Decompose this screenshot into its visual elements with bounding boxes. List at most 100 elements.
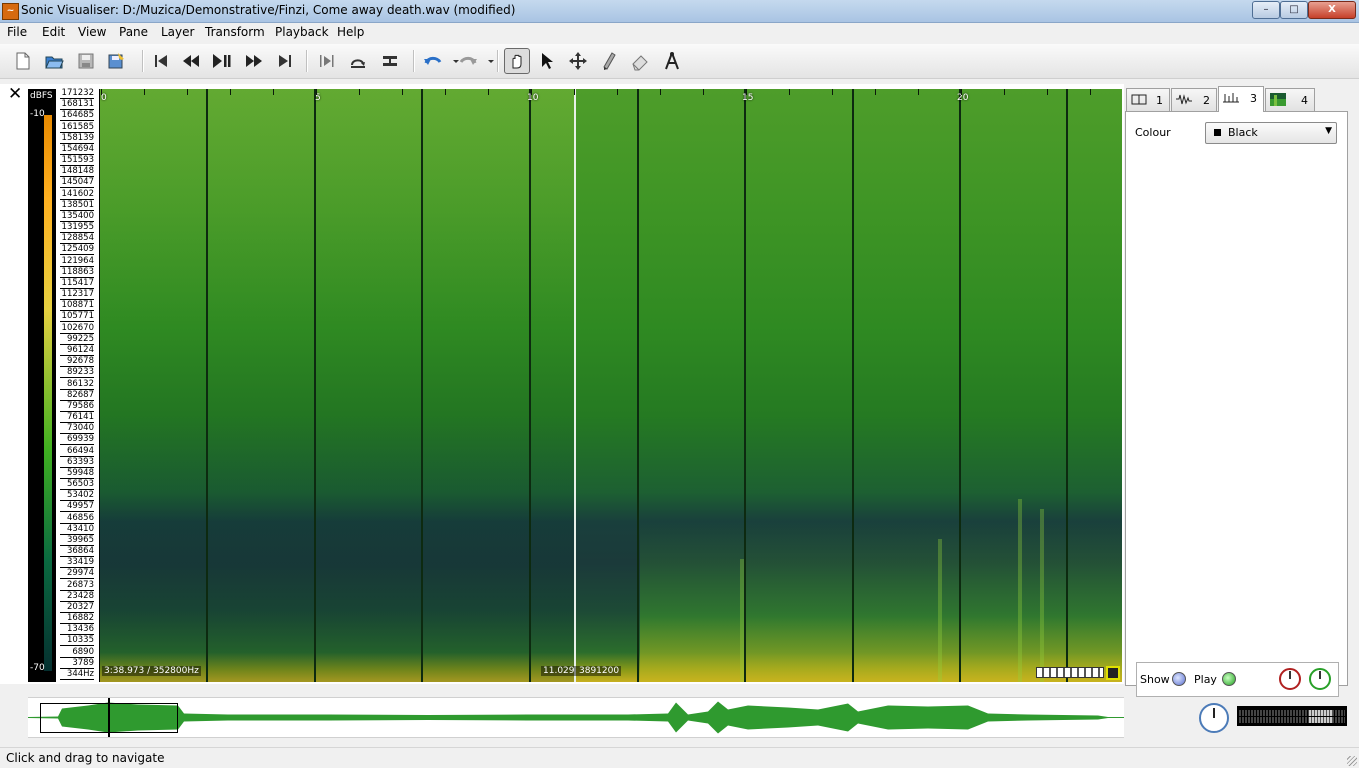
time-instant-line[interactable] bbox=[744, 89, 746, 682]
frequency-label: 66494 bbox=[60, 446, 94, 457]
time-instant-line[interactable] bbox=[529, 89, 531, 682]
time-instant-line[interactable] bbox=[852, 89, 854, 682]
frequency-label: 135400 bbox=[60, 210, 94, 222]
rewind-start-icon[interactable] bbox=[151, 51, 171, 71]
frequency-label: 131955 bbox=[60, 222, 94, 234]
frequency-label: 53402 bbox=[60, 490, 94, 502]
time-tick bbox=[144, 89, 145, 95]
colour-value: Black bbox=[1228, 126, 1258, 139]
move-tool-icon[interactable] bbox=[568, 51, 588, 71]
frequency-label: 125409 bbox=[60, 244, 94, 256]
waveform-icon bbox=[1176, 93, 1192, 106]
colour-dropdown[interactable]: Black ▼ bbox=[1205, 122, 1337, 144]
output-level-meter bbox=[1237, 706, 1347, 726]
time-instant-line[interactable] bbox=[637, 89, 639, 682]
time-tick bbox=[273, 89, 274, 95]
zoom-reset-button[interactable] bbox=[1106, 666, 1120, 680]
time-instant-line[interactable] bbox=[1066, 89, 1068, 682]
menu-playback[interactable]: Playback bbox=[275, 25, 329, 39]
time-instant-line[interactable] bbox=[959, 89, 961, 682]
frequency-label: 73040 bbox=[60, 423, 94, 435]
tab-layer-4[interactable]: 4 bbox=[1265, 88, 1315, 111]
redo-icon[interactable] bbox=[458, 51, 478, 71]
fast-forward-icon[interactable] bbox=[244, 51, 264, 71]
frequency-label: 145047 bbox=[60, 177, 94, 189]
close-button[interactable]: X bbox=[1308, 1, 1356, 19]
loop-icon[interactable] bbox=[348, 51, 368, 71]
chevron-down-icon[interactable] bbox=[481, 51, 494, 71]
time-tick bbox=[875, 89, 876, 95]
tab-layer-3[interactable]: 3 bbox=[1218, 86, 1264, 112]
frequency-label: 161585 bbox=[60, 121, 94, 133]
time-label: 20 bbox=[957, 93, 969, 103]
time-tick bbox=[1004, 89, 1005, 95]
frequency-label: 63393 bbox=[60, 457, 94, 468]
time-instant-line[interactable] bbox=[206, 89, 208, 682]
master-volume-dial[interactable] bbox=[1199, 703, 1229, 733]
frequency-label: 96124 bbox=[60, 345, 94, 356]
menu-view[interactable]: View bbox=[78, 25, 106, 39]
spectrogram-pane[interactable]: ✕ dBFS -10 -70 171232 168131 164685 161585 1… bbox=[0, 84, 1124, 684]
play-toggle-led[interactable] bbox=[1222, 672, 1236, 686]
tab-layer-1[interactable]: 1 bbox=[1126, 88, 1170, 111]
layer-properties: Colour Black ▼ Show Play bbox=[1125, 111, 1348, 697]
overview-panel[interactable] bbox=[28, 697, 1124, 738]
play-pause-icon[interactable] bbox=[212, 51, 232, 71]
time-tick bbox=[101, 89, 102, 95]
minimize-button[interactable]: – bbox=[1252, 1, 1280, 19]
spectrogram-view[interactable]: 0 5 10 15 20 3:38.973 / 352800Hz 11.029 … bbox=[100, 89, 1122, 682]
menu-help[interactable]: Help bbox=[337, 25, 364, 39]
menu-layer[interactable]: Layer bbox=[161, 25, 194, 39]
frequency-label: 56503 bbox=[60, 479, 94, 491]
gain-dial[interactable] bbox=[1279, 668, 1301, 690]
frequency-label: 115417 bbox=[60, 277, 94, 289]
colour-label: Colour bbox=[1135, 126, 1171, 139]
new-file-icon[interactable] bbox=[13, 51, 33, 71]
select-tool-icon[interactable] bbox=[537, 51, 557, 71]
zoom-thumbwheel[interactable] bbox=[1036, 667, 1104, 678]
app-icon: ~ bbox=[2, 3, 19, 20]
window-title: Sonic Visualiser: D:/Muzica/Demonstrativ… bbox=[21, 3, 516, 17]
draw-tool-icon[interactable] bbox=[599, 51, 619, 71]
frequency-label: 108871 bbox=[60, 300, 94, 312]
navigate-tool-icon[interactable] bbox=[504, 48, 530, 74]
menu-file[interactable]: File bbox=[7, 25, 27, 39]
time-label: 15 bbox=[742, 93, 754, 103]
show-toggle-led[interactable] bbox=[1172, 672, 1186, 686]
save-icon[interactable] bbox=[76, 51, 96, 71]
playhead-sample-readout: 3891200 bbox=[577, 666, 622, 676]
erase-tool-icon[interactable] bbox=[630, 51, 650, 71]
measure-tool-icon[interactable] bbox=[662, 51, 682, 71]
property-panel: 1 2 3 4 Colour Black ▼ Show Play bbox=[1125, 86, 1348, 697]
pan-dial[interactable] bbox=[1309, 668, 1331, 690]
rewind-icon[interactable] bbox=[181, 51, 201, 71]
time-instant-line[interactable] bbox=[314, 89, 316, 682]
time-tick bbox=[660, 89, 661, 95]
frequency-label: 164685 bbox=[60, 110, 94, 122]
menu-transform[interactable]: Transform bbox=[205, 25, 265, 39]
play-selection-icon[interactable] bbox=[317, 51, 337, 71]
chevron-down-icon: ▼ bbox=[1325, 126, 1332, 136]
close-pane-icon[interactable]: ✕ bbox=[8, 86, 24, 103]
menu-edit[interactable]: Edit bbox=[42, 25, 65, 39]
solo-icon[interactable] bbox=[380, 51, 400, 71]
menu-pane[interactable]: Pane bbox=[119, 25, 148, 39]
tab-number: 3 bbox=[1250, 92, 1257, 105]
overview-play-cursor[interactable] bbox=[108, 698, 110, 737]
resize-grip[interactable] bbox=[1347, 756, 1357, 766]
frequency-label: 49957 bbox=[60, 501, 94, 513]
frequency-label: 36864 bbox=[60, 546, 94, 558]
save-session-icon[interactable] bbox=[106, 51, 126, 71]
chevron-down-icon[interactable] bbox=[446, 51, 459, 71]
tab-layer-2[interactable]: 2 bbox=[1171, 88, 1217, 111]
playback-cursor[interactable] bbox=[574, 89, 576, 682]
time-tick bbox=[359, 89, 360, 95]
undo-icon[interactable] bbox=[423, 51, 443, 71]
fast-forward-end-icon[interactable] bbox=[275, 51, 295, 71]
maximize-button[interactable]: □ bbox=[1280, 1, 1308, 19]
time-instant-line[interactable] bbox=[421, 89, 423, 682]
toolbar-separator bbox=[497, 50, 499, 72]
frequency-label: 3789 bbox=[60, 658, 94, 669]
open-file-icon[interactable] bbox=[44, 51, 64, 71]
frequency-label: 13436 bbox=[60, 624, 94, 636]
